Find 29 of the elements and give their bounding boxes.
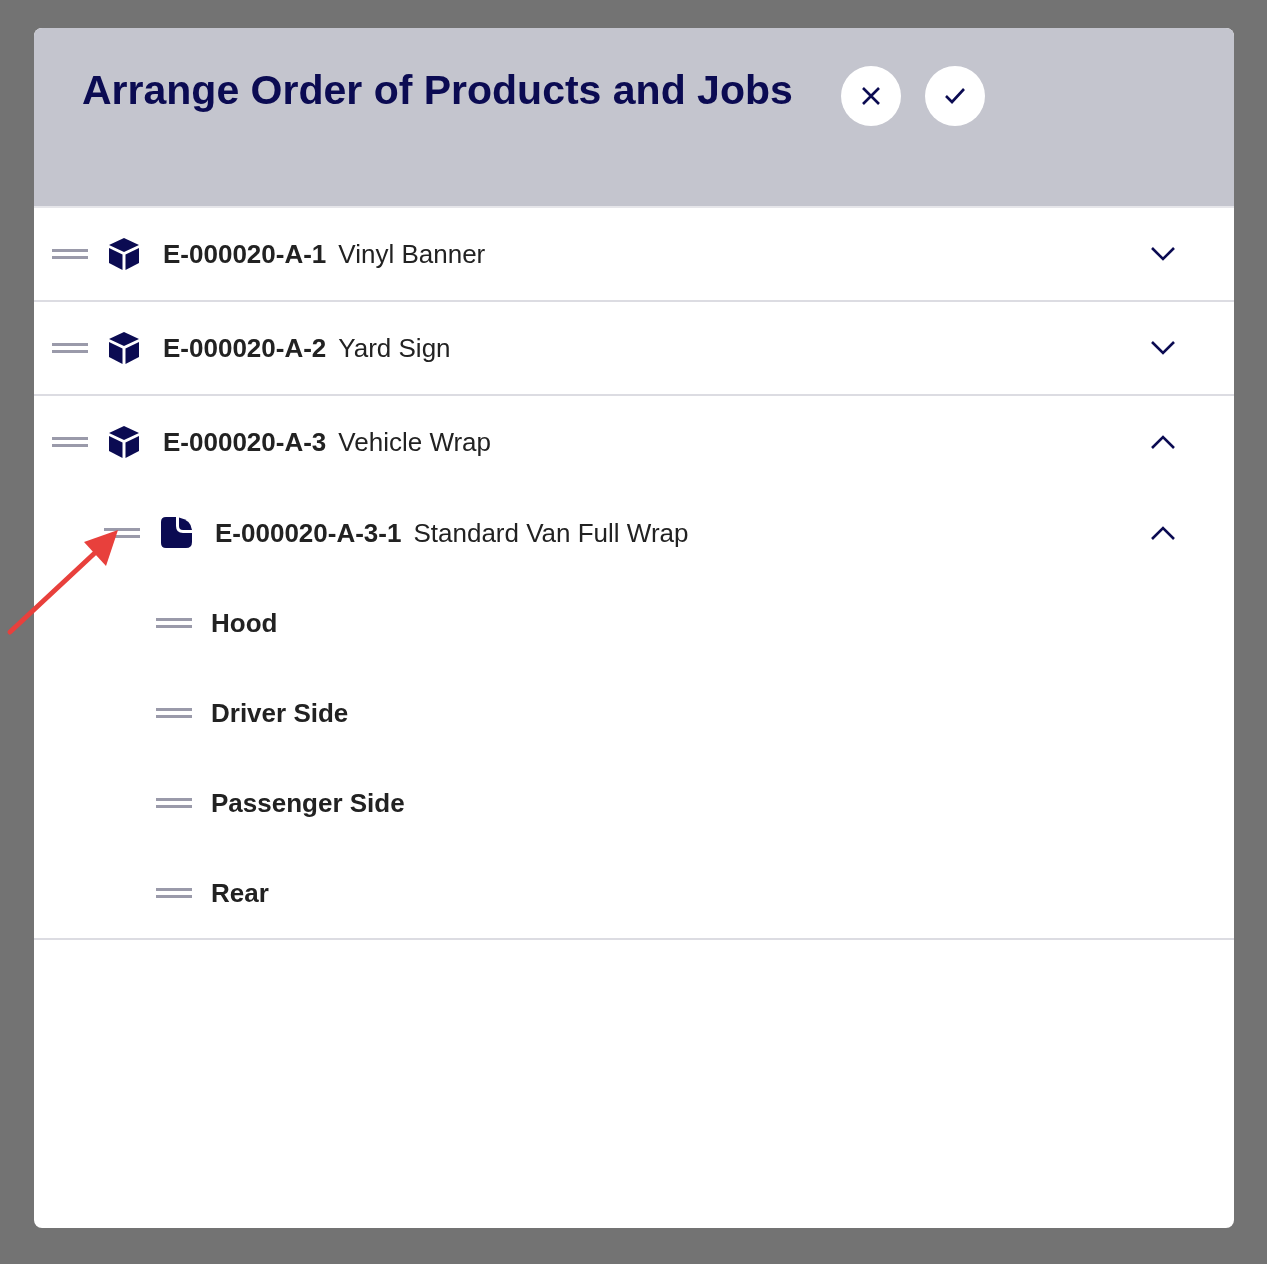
chevron-up-icon[interactable]: [1150, 434, 1176, 450]
drag-handle-icon[interactable]: [156, 708, 192, 718]
item-name: Vehicle Wrap: [338, 425, 492, 459]
drag-handle-icon[interactable]: [156, 798, 192, 808]
part-name: Hood: [211, 606, 278, 640]
part-name: Rear: [211, 876, 269, 910]
part-name: Driver Side: [211, 696, 349, 730]
chevron-down-icon[interactable]: [1150, 246, 1176, 262]
item-code: E-000020-A-3-1: [215, 516, 402, 550]
cube-icon: [108, 331, 140, 365]
cube-icon: [108, 237, 140, 271]
chevron-down-icon[interactable]: [1150, 340, 1176, 356]
item-name: Vinyl Banner: [338, 237, 486, 271]
cube-icon: [108, 425, 140, 459]
item-code: E-000020-A-1: [163, 237, 327, 271]
item-name: Standard Van Full Wrap: [413, 516, 689, 550]
sticker-icon: [160, 516, 192, 550]
dialog-title: Arrange Order of Products and Jobs: [82, 66, 793, 115]
item-code: E-000020-A-3: [163, 425, 327, 459]
part-name: Passenger Side: [211, 786, 405, 820]
drag-handle-icon[interactable]: [156, 888, 192, 898]
drag-handle-icon[interactable]: [52, 249, 88, 259]
item-code: E-000020-A-2: [163, 331, 327, 365]
drag-handle-icon[interactable]: [52, 437, 88, 447]
drag-handle-icon[interactable]: [156, 618, 192, 628]
item-name: Yard Sign: [338, 331, 451, 365]
close-icon: [859, 85, 882, 107]
drag-handle-icon[interactable]: [52, 343, 88, 353]
chevron-up-icon[interactable]: [1150, 525, 1176, 541]
